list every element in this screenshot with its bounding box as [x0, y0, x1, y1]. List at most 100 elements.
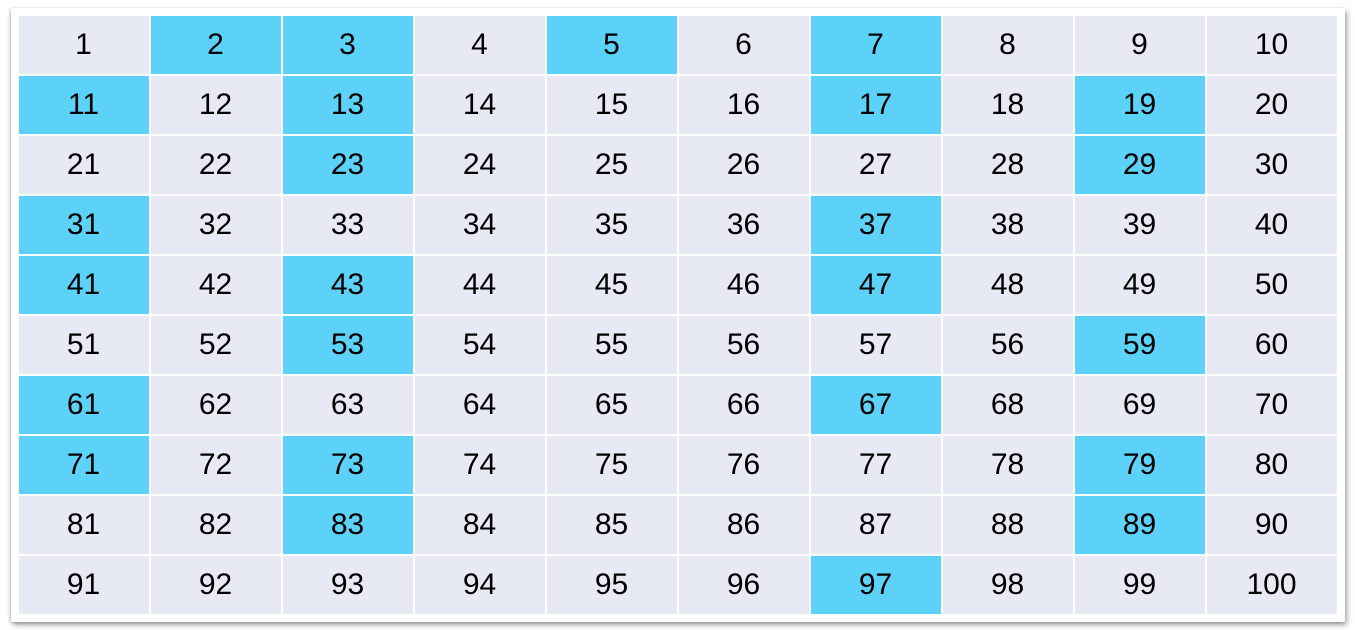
number-cell: 94	[414, 555, 546, 615]
number-cell: 49	[1074, 255, 1206, 315]
number-cell: 44	[414, 255, 546, 315]
number-cell: 31	[18, 195, 150, 255]
number-cell: 43	[282, 255, 414, 315]
number-cell: 5	[546, 15, 678, 75]
table-row: 41424344454647484950	[18, 255, 1338, 315]
table-row: 61626364656667686970	[18, 375, 1338, 435]
number-cell: 88	[942, 495, 1074, 555]
number-cell: 52	[150, 315, 282, 375]
number-cell: 81	[18, 495, 150, 555]
number-cell: 27	[810, 135, 942, 195]
number-cell: 69	[1074, 375, 1206, 435]
number-cell: 9	[1074, 15, 1206, 75]
number-cell: 80	[1206, 435, 1338, 495]
table-row: 51525354555657565960	[18, 315, 1338, 375]
number-cell: 53	[282, 315, 414, 375]
table-row: 919293949596979899100	[18, 555, 1338, 615]
number-cell: 34	[414, 195, 546, 255]
number-cell: 20	[1206, 75, 1338, 135]
number-cell: 33	[282, 195, 414, 255]
number-cell: 56	[678, 315, 810, 375]
number-cell: 18	[942, 75, 1074, 135]
number-cell: 23	[282, 135, 414, 195]
number-cell: 95	[546, 555, 678, 615]
number-cell: 38	[942, 195, 1074, 255]
table-row: 12345678910	[18, 15, 1338, 75]
number-cell: 39	[1074, 195, 1206, 255]
number-cell: 60	[1206, 315, 1338, 375]
number-cell: 93	[282, 555, 414, 615]
number-cell: 62	[150, 375, 282, 435]
number-cell: 98	[942, 555, 1074, 615]
number-cell: 96	[678, 555, 810, 615]
number-cell: 92	[150, 555, 282, 615]
number-cell: 3	[282, 15, 414, 75]
number-cell: 21	[18, 135, 150, 195]
number-cell: 56	[942, 315, 1074, 375]
number-cell: 2	[150, 15, 282, 75]
number-cell: 35	[546, 195, 678, 255]
number-cell: 90	[1206, 495, 1338, 555]
number-cell: 29	[1074, 135, 1206, 195]
number-cell: 78	[942, 435, 1074, 495]
number-cell: 55	[546, 315, 678, 375]
number-cell: 64	[414, 375, 546, 435]
number-cell: 46	[678, 255, 810, 315]
number-cell: 65	[546, 375, 678, 435]
number-cell: 48	[942, 255, 1074, 315]
number-cell: 63	[282, 375, 414, 435]
number-cell: 17	[810, 75, 942, 135]
number-cell: 32	[150, 195, 282, 255]
number-cell: 30	[1206, 135, 1338, 195]
number-cell: 77	[810, 435, 942, 495]
number-cell: 84	[414, 495, 546, 555]
number-cell: 70	[1206, 375, 1338, 435]
number-cell: 11	[18, 75, 150, 135]
number-cell: 86	[678, 495, 810, 555]
number-cell: 99	[1074, 555, 1206, 615]
number-cell: 91	[18, 555, 150, 615]
number-cell: 47	[810, 255, 942, 315]
table-row: 71727374757677787980	[18, 435, 1338, 495]
number-cell: 100	[1206, 555, 1338, 615]
number-grid-body: 1234567891011121314151617181920212223242…	[18, 15, 1338, 615]
number-cell: 68	[942, 375, 1074, 435]
number-cell: 73	[282, 435, 414, 495]
table-row: 81828384858687888990	[18, 495, 1338, 555]
number-cell: 36	[678, 195, 810, 255]
number-cell: 28	[942, 135, 1074, 195]
number-cell: 42	[150, 255, 282, 315]
number-cell: 79	[1074, 435, 1206, 495]
number-cell: 71	[18, 435, 150, 495]
number-grid-table: 1234567891011121314151617181920212223242…	[17, 14, 1339, 616]
number-cell: 6	[678, 15, 810, 75]
number-cell: 14	[414, 75, 546, 135]
number-cell: 87	[810, 495, 942, 555]
number-cell: 15	[546, 75, 678, 135]
number-grid-chart: 1234567891011121314151617181920212223242…	[11, 8, 1345, 622]
number-cell: 1	[18, 15, 150, 75]
number-cell: 41	[18, 255, 150, 315]
number-cell: 12	[150, 75, 282, 135]
number-cell: 26	[678, 135, 810, 195]
number-cell: 97	[810, 555, 942, 615]
number-cell: 66	[678, 375, 810, 435]
number-cell: 13	[282, 75, 414, 135]
number-cell: 76	[678, 435, 810, 495]
number-cell: 7	[810, 15, 942, 75]
number-cell: 89	[1074, 495, 1206, 555]
number-cell: 54	[414, 315, 546, 375]
number-cell: 83	[282, 495, 414, 555]
number-cell: 85	[546, 495, 678, 555]
number-cell: 24	[414, 135, 546, 195]
number-cell: 4	[414, 15, 546, 75]
number-cell: 50	[1206, 255, 1338, 315]
number-cell: 74	[414, 435, 546, 495]
number-cell: 19	[1074, 75, 1206, 135]
number-cell: 10	[1206, 15, 1338, 75]
number-cell: 82	[150, 495, 282, 555]
number-cell: 45	[546, 255, 678, 315]
number-cell: 59	[1074, 315, 1206, 375]
number-cell: 57	[810, 315, 942, 375]
table-row: 11121314151617181920	[18, 75, 1338, 135]
